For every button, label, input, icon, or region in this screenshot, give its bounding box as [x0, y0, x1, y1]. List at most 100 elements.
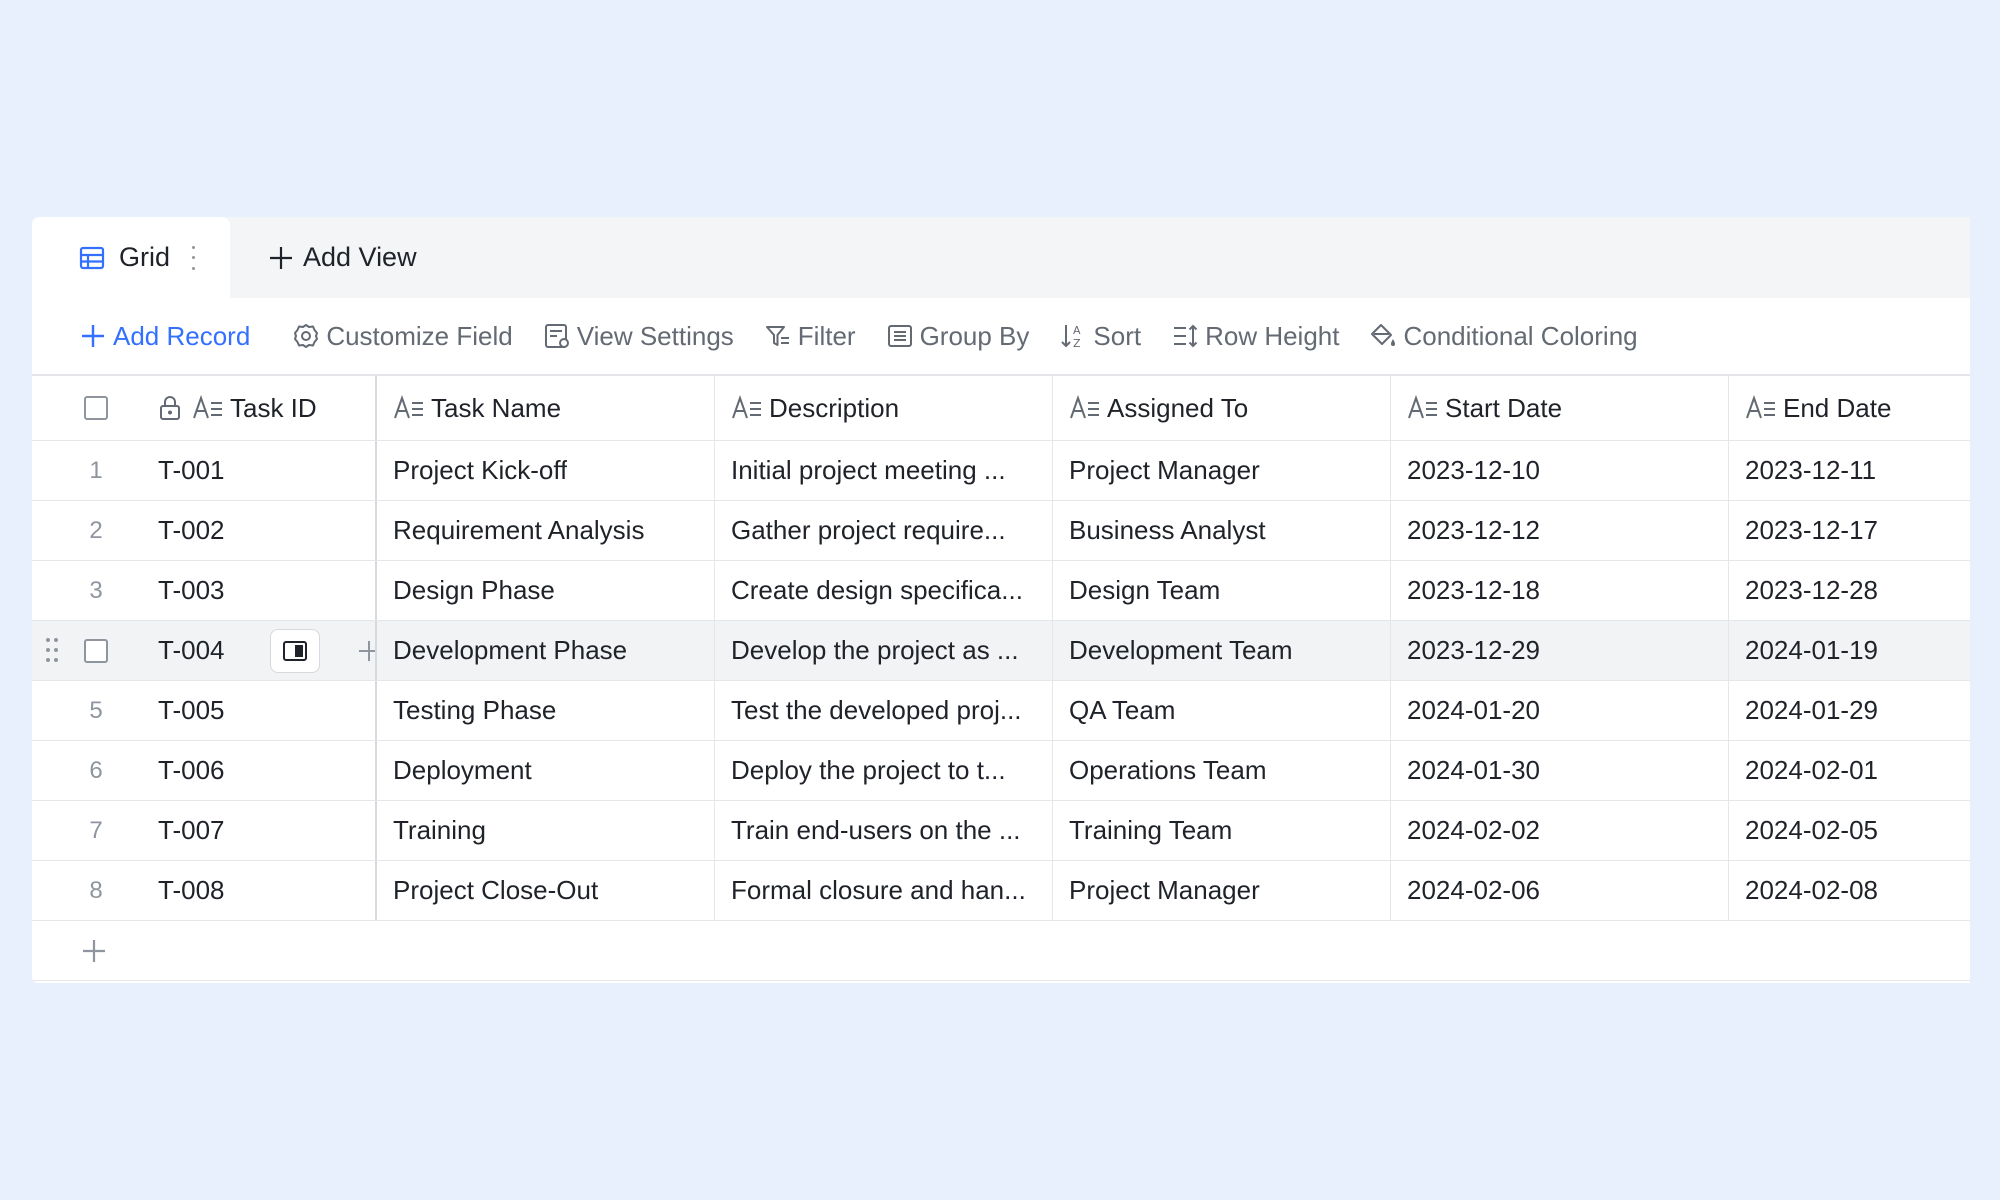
assigned-to-cell[interactable]: Project Manager — [1053, 861, 1391, 920]
row-height-icon — [1174, 324, 1198, 348]
start-date-cell[interactable]: 2024-01-20 — [1391, 681, 1729, 740]
assigned-to-cell[interactable]: Project Manager — [1053, 441, 1391, 500]
row-checkbox[interactable] — [84, 638, 108, 663]
assigned-to-cell[interactable]: Design Team — [1053, 561, 1391, 620]
task-name-cell[interactable]: Development Phase — [377, 621, 715, 680]
select-all-checkbox[interactable] — [84, 396, 108, 420]
task-name-cell[interactable]: Training — [377, 801, 715, 860]
start-date-cell[interactable]: 2023-12-29 — [1391, 621, 1729, 680]
task-name-cell[interactable]: Deployment — [377, 741, 715, 800]
task-id-value: T-005 — [158, 695, 225, 725]
task-id-value: T-001 — [158, 455, 225, 485]
description-cell[interactable]: Initial project meeting ... — [715, 441, 1053, 500]
end-date-cell[interactable]: 2024-02-01 — [1729, 741, 1966, 800]
assigned-to-cell[interactable]: Development Team — [1053, 621, 1391, 680]
end-date-cell[interactable]: 2024-02-05 — [1729, 801, 1966, 860]
table-row-hovered[interactable]: T-004 Development Phase Develop the proj… — [32, 621, 1970, 681]
task-id-cell[interactable]: 8 T-008 — [32, 861, 377, 920]
tab-grid[interactable]: Grid — [32, 217, 230, 298]
assigned-to-cell[interactable]: Business Analyst — [1053, 501, 1391, 560]
start-date-cell[interactable]: 2024-02-02 — [1391, 801, 1729, 860]
column-header-task-id: Task ID — [230, 392, 317, 423]
description-cell[interactable]: Develop the project as ... — [715, 621, 1053, 680]
end-date-cell[interactable]: 2023-12-28 — [1729, 561, 1966, 620]
task-name-value: Project Close-Out — [393, 875, 599, 905]
assigned-to-cell[interactable]: QA Team — [1053, 681, 1391, 740]
add-row-button[interactable] — [32, 921, 1970, 981]
column-header-end-date[interactable]: End Date — [1729, 376, 1966, 440]
task-name-value: Design Phase — [393, 575, 555, 605]
table-row[interactable]: 3 T-003 Design Phase Create design speci… — [32, 561, 1970, 621]
table-row[interactable]: 1 T-001 Project Kick-off Initial project… — [32, 441, 1970, 501]
toolbar: Add Record Customize Field View Settings — [32, 298, 1970, 376]
row-height-button[interactable]: Row Height — [1171, 321, 1339, 352]
view-settings-button[interactable]: View Settings — [543, 321, 734, 352]
gear-icon — [294, 324, 319, 348]
column-header-start-date[interactable]: Start Date — [1391, 376, 1729, 440]
description-cell[interactable]: Create design specifica... — [715, 561, 1053, 620]
task-id-value: T-003 — [158, 575, 225, 605]
task-id-cell[interactable]: 7 T-007 — [32, 801, 377, 860]
view-settings-label: View Settings — [576, 320, 734, 351]
add-view-button[interactable]: Add View — [267, 217, 417, 298]
description-cell[interactable]: Formal closure and han... — [715, 861, 1053, 920]
end-date-cell[interactable]: 2024-01-29 — [1729, 681, 1966, 740]
customize-field-button[interactable]: Customize Field — [292, 321, 513, 352]
task-id-cell[interactable]: 3 T-003 — [32, 561, 377, 620]
description-value: Formal closure and han... — [731, 875, 1026, 905]
task-name-cell[interactable]: Project Kick-off — [377, 441, 715, 500]
task-id-cell[interactable]: 2 T-002 — [32, 501, 377, 560]
table-row[interactable]: 6 T-006 Deployment Deploy the project to… — [32, 741, 1970, 801]
task-id-cell[interactable]: T-004 — [32, 621, 377, 680]
table-row[interactable]: 2 T-002 Requirement Analysis Gather proj… — [32, 501, 1970, 561]
drag-handle-icon[interactable] — [46, 637, 58, 664]
end-date-cell[interactable]: 2024-02-08 — [1729, 861, 1966, 920]
start-date-cell[interactable]: 2024-01-30 — [1391, 741, 1729, 800]
start-date-cell[interactable]: 2023-12-10 — [1391, 441, 1729, 500]
table-row[interactable]: 5 T-005 Testing Phase Test the developed… — [32, 681, 1970, 741]
text-field-icon — [394, 395, 423, 419]
table-row[interactable]: 8 T-008 Project Close-Out Formal closure… — [32, 861, 1970, 921]
description-cell[interactable]: Train end-users on the ... — [715, 801, 1053, 860]
filter-icon — [765, 326, 789, 346]
start-date-value: 2023-12-29 — [1407, 635, 1540, 665]
column-header-description[interactable]: Description — [715, 376, 1053, 440]
row-number: 8 — [89, 876, 103, 904]
start-date-cell[interactable]: 2023-12-12 — [1391, 501, 1729, 560]
assigned-to-cell[interactable]: Operations Team — [1053, 741, 1391, 800]
start-date-cell[interactable]: 2023-12-18 — [1391, 561, 1729, 620]
task-name-cell[interactable]: Requirement Analysis — [377, 501, 715, 560]
end-date-cell[interactable]: 2024-01-19 — [1729, 621, 1966, 680]
description-cell[interactable]: Deploy the project to t... — [715, 741, 1053, 800]
task-name-value: Development Phase — [393, 635, 628, 665]
task-id-cell[interactable]: 5 T-005 — [32, 681, 377, 740]
description-cell[interactable]: Test the developed proj... — [715, 681, 1053, 740]
description-value: Deploy the project to t... — [731, 755, 1006, 785]
conditional-coloring-button[interactable]: Conditional Coloring — [1369, 321, 1638, 352]
plus-icon[interactable] — [357, 639, 377, 663]
task-name-cell[interactable]: Project Close-Out — [377, 861, 715, 920]
filter-button[interactable]: Filter — [764, 321, 856, 352]
start-date-cell[interactable]: 2024-02-06 — [1391, 861, 1729, 920]
column-header-assigned-to[interactable]: Assigned To — [1053, 376, 1391, 440]
expand-record-button[interactable] — [270, 628, 320, 673]
description-value: Test the developed proj... — [731, 695, 1022, 725]
sort-button[interactable]: A Z Sort — [1059, 321, 1141, 352]
more-vertical-icon[interactable] — [188, 245, 198, 270]
header-task-id-cell[interactable]: Task ID — [32, 376, 377, 440]
end-date-value: 2024-01-29 — [1745, 695, 1878, 725]
end-date-cell[interactable]: 2023-12-11 — [1729, 441, 1966, 500]
task-id-cell[interactable]: 1 T-001 — [32, 441, 377, 500]
add-record-button[interactable]: Add Record — [79, 321, 250, 352]
task-id-cell[interactable]: 6 T-006 — [32, 741, 377, 800]
task-name-cell[interactable]: Testing Phase — [377, 681, 715, 740]
table-row[interactable]: 7 T-007 Training Train end-users on the … — [32, 801, 1970, 861]
row-number: 5 — [89, 696, 103, 724]
view-tab-bar: Grid Add View — [32, 217, 1970, 298]
group-by-button[interactable]: Group By — [886, 321, 1029, 352]
task-name-cell[interactable]: Design Phase — [377, 561, 715, 620]
assigned-to-cell[interactable]: Training Team — [1053, 801, 1391, 860]
end-date-cell[interactable]: 2023-12-17 — [1729, 501, 1966, 560]
column-header-task-name[interactable]: Task Name — [377, 376, 715, 440]
description-cell[interactable]: Gather project require... — [715, 501, 1053, 560]
